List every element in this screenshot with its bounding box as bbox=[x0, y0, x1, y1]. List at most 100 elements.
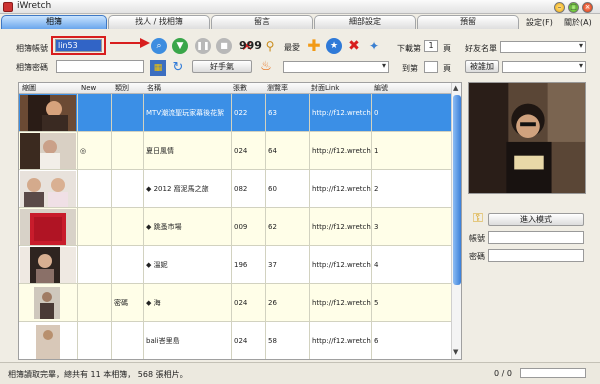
refresh-icon[interactable]: ↻ bbox=[170, 60, 186, 76]
status-text: 相簿讀取完畢，總共有 11 本相簿， 568 張相片。 bbox=[8, 370, 188, 379]
tab-reserved[interactable]: 預留 bbox=[417, 15, 519, 29]
cell-cover-link: http://f12.wretch... bbox=[309, 132, 371, 169]
window-title: iWretch bbox=[17, 1, 52, 11]
col-name[interactable]: 名稱 bbox=[147, 83, 161, 94]
cell-views: 64 bbox=[265, 132, 309, 169]
to-page-label: 到第 bbox=[402, 64, 418, 73]
scrollbar-thumb[interactable] bbox=[453, 95, 461, 285]
download-page-input[interactable]: 1 bbox=[424, 40, 438, 52]
cell-cover-link: http://f12.wretch... bbox=[309, 322, 371, 359]
cell-index: 1 bbox=[371, 132, 451, 169]
col-index[interactable]: 編號 bbox=[374, 83, 388, 94]
menu-about[interactable]: 關於(A) bbox=[564, 17, 592, 28]
col-count[interactable]: 張數 bbox=[233, 83, 247, 94]
to-page-input[interactable] bbox=[424, 61, 438, 73]
side-password-input[interactable] bbox=[488, 249, 584, 262]
pause-icon[interactable]: ❚❚ bbox=[195, 38, 211, 54]
to-page-unit: 頁 bbox=[443, 64, 451, 73]
cell-cover-link: http://f12.wretch... bbox=[309, 94, 371, 131]
enter-mode-button[interactable]: 進入模式 bbox=[488, 213, 584, 226]
download-icon[interactable]: ▼ bbox=[172, 38, 188, 54]
favorite-select[interactable] bbox=[283, 61, 389, 73]
add-icon[interactable]: ✚ bbox=[306, 38, 322, 54]
stop-icon[interactable]: ■ bbox=[216, 38, 232, 54]
cell-cover-link: http://f12.wretch... bbox=[309, 246, 371, 283]
cell-views: 26 bbox=[265, 284, 309, 321]
remove-icon[interactable]: ✖ bbox=[346, 38, 362, 54]
close-button[interactable]: × bbox=[582, 2, 593, 13]
col-thumbnail[interactable]: 縮圖 bbox=[22, 83, 36, 94]
status-count: 0 / 0 bbox=[494, 369, 512, 378]
key-icon: ⚿ bbox=[473, 211, 483, 226]
password-input[interactable] bbox=[56, 60, 144, 73]
search-icon[interactable]: ⌕ bbox=[151, 38, 167, 54]
album-thumbnail bbox=[20, 171, 76, 207]
favorite-label: 最愛 bbox=[284, 43, 300, 52]
col-cover-link[interactable]: 封面Link bbox=[311, 83, 339, 94]
cell-category bbox=[111, 170, 143, 207]
counter-text: 999 bbox=[239, 39, 262, 52]
cell-count: 024 bbox=[231, 322, 265, 359]
cell-count: 009 bbox=[231, 208, 265, 245]
tools-icon[interactable]: ✦ bbox=[366, 38, 382, 54]
album-thumbnail bbox=[20, 247, 76, 283]
cell-category bbox=[111, 322, 143, 359]
tab-detail-settings[interactable]: 細部設定 bbox=[314, 15, 416, 29]
added-by-button[interactable]: 被誰加 bbox=[465, 60, 499, 73]
table-row[interactable]: ◆ 溫妮 196 37 http://f12.wretch... 4 bbox=[19, 246, 451, 284]
tab-albums[interactable]: 相簿 bbox=[1, 15, 107, 29]
cell-index: 0 bbox=[371, 94, 451, 131]
side-account-input[interactable] bbox=[488, 231, 584, 244]
account-input[interactable] bbox=[55, 39, 102, 52]
table-row[interactable]: ◆ 2012 窩泥馬之旅 082 60 http://f12.wretch...… bbox=[19, 170, 451, 208]
password-label: 相簿密碼 bbox=[16, 63, 48, 72]
cell-category bbox=[111, 94, 143, 131]
col-new[interactable]: New bbox=[81, 83, 96, 94]
download-page-label: 下載第 bbox=[397, 44, 421, 53]
cell-new bbox=[77, 170, 111, 207]
tab-messages[interactable]: 留言 bbox=[211, 15, 313, 29]
album-preview-image bbox=[468, 82, 586, 194]
cell-index: 2 bbox=[371, 170, 451, 207]
col-views[interactable]: 瀏覽率 bbox=[267, 83, 288, 94]
added-by-select[interactable] bbox=[502, 61, 586, 73]
vertical-scrollbar[interactable]: ▲ ▼ bbox=[451, 83, 461, 359]
friends-select[interactable] bbox=[500, 41, 586, 53]
image-icon[interactable]: ▦ bbox=[150, 60, 166, 76]
fire-icon[interactable]: ♨ bbox=[258, 59, 274, 75]
cell-new bbox=[77, 322, 111, 359]
cell-category bbox=[111, 208, 143, 245]
cell-new bbox=[77, 284, 111, 321]
cell-views: 37 bbox=[265, 246, 309, 283]
app-icon bbox=[3, 2, 13, 12]
menu-settings[interactable]: 設定(F) bbox=[526, 17, 553, 28]
star-icon[interactable]: ★ bbox=[326, 38, 342, 54]
cell-index: 6 bbox=[371, 322, 451, 359]
broom-icon[interactable]: ⚲ bbox=[262, 38, 278, 54]
scroll-up-icon[interactable]: ▲ bbox=[453, 84, 458, 92]
cell-name: ◆ 溫妮 bbox=[143, 246, 231, 283]
table-row[interactable]: bali峇里島 024 58 http://f12.wretch... 6 bbox=[19, 322, 451, 359]
table-row[interactable]: MTV潮流聖玩家幕後花絮 022 63 http://f12.wretch...… bbox=[19, 94, 451, 132]
grid-header: 縮圖 New 類別 名稱 張數 瀏覽率 封面Link 編號 bbox=[19, 83, 451, 94]
cell-name: MTV潮流聖玩家幕後花絮 bbox=[143, 94, 231, 131]
minimize-button[interactable]: – bbox=[554, 2, 565, 13]
cell-count: 082 bbox=[231, 170, 265, 207]
side-account-label: 帳號 bbox=[469, 234, 485, 243]
maximize-button[interactable]: □ bbox=[568, 2, 579, 13]
table-row[interactable]: ◆ 跳蚤市場 009 62 http://f12.wretch... 3 bbox=[19, 208, 451, 246]
scroll-down-icon[interactable]: ▼ bbox=[453, 348, 458, 356]
cell-count: 022 bbox=[231, 94, 265, 131]
table-row[interactable]: ◎ 夏日風情 024 64 http://f12.wretch... 1 bbox=[19, 132, 451, 170]
good-luck-button[interactable]: 好手氣 bbox=[192, 60, 252, 73]
arrow-icon bbox=[110, 38, 150, 48]
cell-count: 196 bbox=[231, 246, 265, 283]
tab-find-people[interactable]: 找人 / 找相簿 bbox=[108, 15, 210, 29]
cell-index: 5 bbox=[371, 284, 451, 321]
cell-name: ◆ 跳蚤市場 bbox=[143, 208, 231, 245]
cell-name: 夏日風情 bbox=[143, 132, 231, 169]
table-row[interactable]: 密碼 ◆ 海 024 26 http://f12.wretch... 5 bbox=[19, 284, 451, 322]
col-category[interactable]: 類別 bbox=[115, 83, 129, 94]
album-thumbnail bbox=[20, 209, 76, 245]
cell-views: 60 bbox=[265, 170, 309, 207]
